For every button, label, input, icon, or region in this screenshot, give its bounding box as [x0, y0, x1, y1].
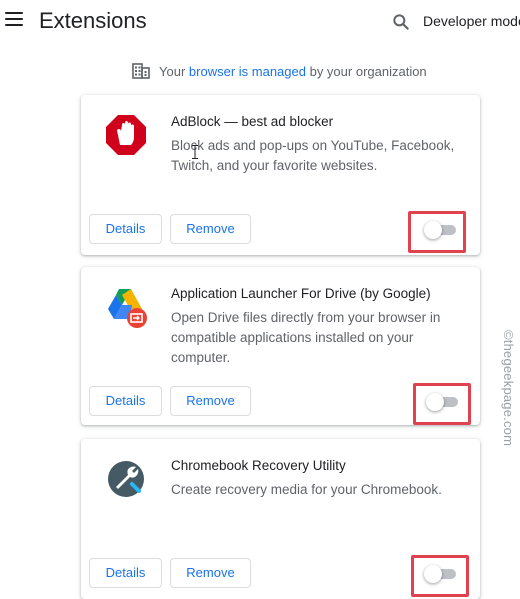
toolbar: Extensions Developer mode — [0, 0, 520, 44]
extension-description: Block ads and pop-ups on YouTube, Facebo… — [171, 138, 455, 173]
extension-card-drive-launcher: Application Launcher For Drive (by Googl… — [81, 267, 480, 425]
wrench-icon — [108, 461, 144, 497]
details-button[interactable]: Details — [89, 214, 162, 244]
extension-description: Create recovery media for your Chromeboo… — [171, 482, 442, 497]
page-title: Extensions — [39, 8, 147, 33]
details-button[interactable]: Details — [89, 386, 162, 416]
drive-launcher-icon — [108, 289, 147, 328]
extension-card-adblock: AdBlock — best ad blocker Block ads and … — [81, 95, 480, 255]
watermark: ©thegeekpage.com — [500, 330, 518, 500]
adblock-hand-icon — [106, 115, 146, 155]
extension-toggle[interactable] — [424, 565, 456, 583]
details-button[interactable]: Details — [89, 558, 162, 588]
text-cursor-icon — [192, 145, 198, 159]
extension-description: Open Drive files directly from your brow… — [171, 310, 441, 365]
remove-button[interactable]: Remove — [170, 214, 251, 244]
developer-mode-label[interactable]: Developer mode — [423, 13, 520, 29]
remove-button[interactable]: Remove — [170, 558, 251, 588]
managed-prefix: Your — [159, 63, 186, 79]
extension-toggle[interactable] — [424, 221, 456, 239]
managed-suffix: by your organization — [309, 63, 427, 79]
managed-notice: Your browser is managed by your organiza… — [132, 63, 427, 79]
building-icon — [132, 63, 150, 79]
managed-link[interactable]: browser is managed — [189, 64, 306, 79]
remove-button[interactable]: Remove — [170, 386, 251, 416]
extension-toggle[interactable] — [426, 393, 458, 411]
extension-card-chromebook-recovery: Chromebook Recovery Utility Create recov… — [81, 439, 480, 599]
hamburger-menu-icon[interactable] — [5, 12, 23, 28]
extension-name: Chromebook Recovery Utility — [171, 458, 346, 473]
extension-name: AdBlock — best ad blocker — [171, 114, 334, 129]
search-icon[interactable] — [391, 12, 411, 32]
watermark-text: ©thegeekpage.com — [501, 330, 516, 447]
extension-name: Application Launcher For Drive (by Googl… — [171, 286, 431, 301]
